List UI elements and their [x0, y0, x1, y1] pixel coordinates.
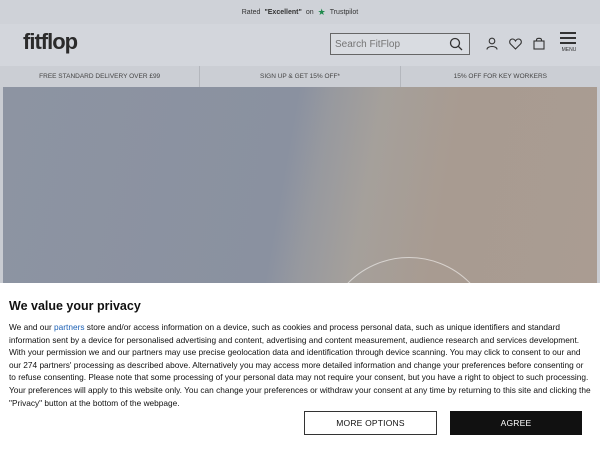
promo-free-delivery[interactable]: FREE STANDARD DELIVERY OVER £99	[0, 66, 201, 87]
search-icon[interactable]	[449, 37, 463, 56]
wishlist-heart-icon[interactable]	[509, 37, 522, 55]
menu-icon	[560, 32, 578, 44]
bag-icon[interactable]	[533, 37, 545, 55]
promo-signup[interactable]: SIGN UP & GET 15% OFF*	[200, 66, 401, 87]
consent-text-rest: store and/or access information on a dev…	[9, 322, 591, 408]
rated-text: Rated	[241, 8, 261, 16]
search-box[interactable]	[330, 33, 470, 55]
trustpilot-text: Trustpilot	[329, 8, 359, 16]
site-header: fitflop MENU	[0, 24, 600, 66]
on-text: on	[305, 8, 314, 16]
consent-title: We value your privacy	[9, 299, 141, 313]
promo-strip: FREE STANDARD DELIVERY OVER £99 SIGN UP …	[0, 66, 600, 87]
menu-label: MENU	[561, 47, 577, 53]
consent-text-start: We and our	[9, 322, 55, 332]
consent-text: We and our partners store and/or access …	[9, 321, 591, 409]
agree-button[interactable]: AGREE	[450, 411, 582, 435]
rating-text: "Excellent"	[264, 8, 302, 16]
more-options-button[interactable]: MORE OPTIONS	[304, 411, 437, 435]
trustpilot-star-icon: ★	[317, 6, 326, 17]
promo-key-workers[interactable]: 15% OFF FOR KEY WORKERS	[401, 66, 600, 87]
trustpilot-banner[interactable]: Rated "Excellent" on ★ Trustpilot	[0, 0, 600, 24]
fitflop-logo[interactable]: fitflop	[23, 29, 78, 55]
search-input[interactable]	[331, 34, 445, 55]
partners-link[interactable]: partners	[54, 322, 84, 332]
account-icon[interactable]	[486, 37, 498, 55]
menu-button[interactable]: MENU	[560, 32, 578, 53]
